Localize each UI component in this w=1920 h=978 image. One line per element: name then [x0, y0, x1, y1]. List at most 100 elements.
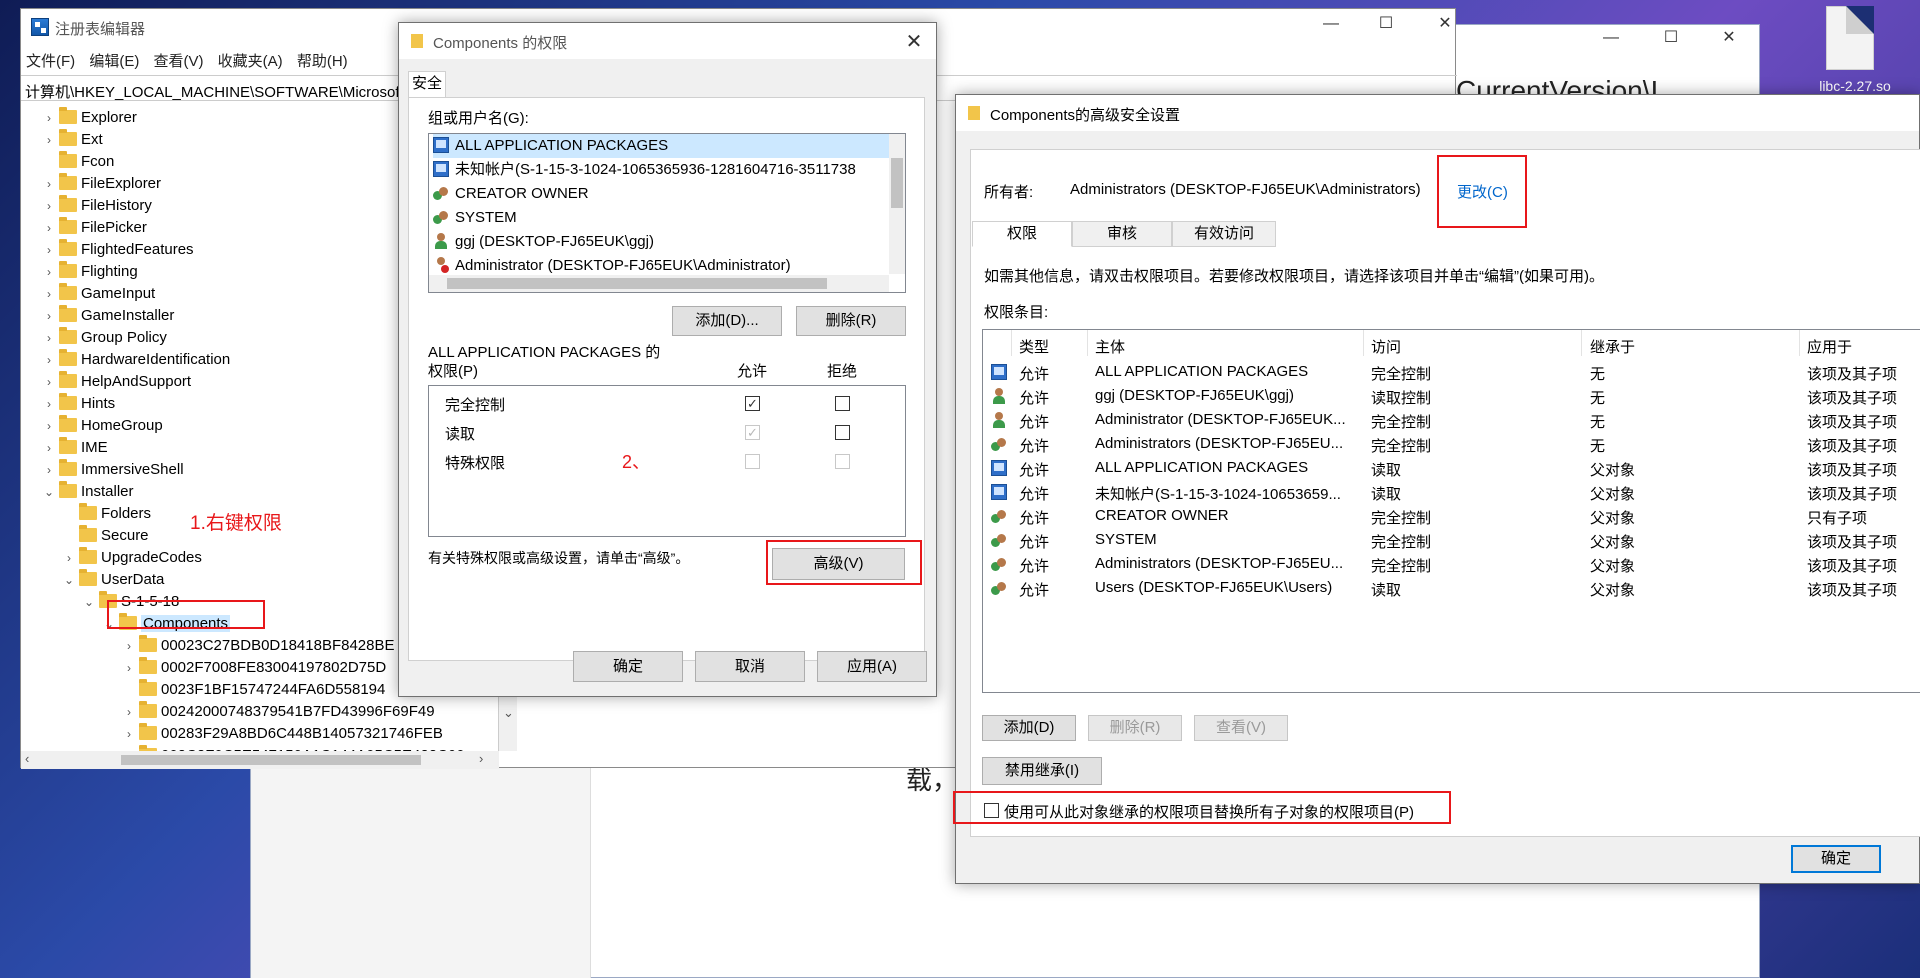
user-list-hscrollbar[interactable] — [429, 275, 889, 292]
maximize-icon[interactable]: ☐ — [1366, 13, 1406, 33]
tree-item[interactable]: › 00023C27BDB0D18418BF8428BE — [123, 635, 395, 657]
allow-checkbox[interactable] — [745, 454, 760, 469]
table-row[interactable]: 允许 Administrators (DESKTOP-FJ65EU... 完全控制 父… — [983, 552, 1920, 576]
tree-item[interactable]: › Hints — [43, 393, 115, 415]
chevron-right-icon[interactable]: › — [43, 239, 55, 261]
user-list-scrollbar[interactable] — [889, 134, 905, 274]
tree-item[interactable]: › FileExplorer — [43, 173, 161, 195]
dialog-title-bar[interactable]: Components 的权限 ✕ — [399, 23, 936, 59]
desktop-file-label[interactable]: libc-2.27.so — [1800, 78, 1910, 94]
cancel-button[interactable]: 取消 — [695, 651, 805, 682]
close-icon[interactable]: ✕ — [899, 29, 929, 54]
tree-item[interactable]: ⌄ Installer — [43, 481, 134, 503]
chevron-right-icon[interactable]: › — [43, 437, 55, 459]
chevron-right-icon[interactable]: › — [43, 459, 55, 481]
table-row[interactable]: 允许 Administrators (DESKTOP-FJ65EU... 完全控制 无… — [983, 432, 1920, 456]
col-access[interactable]: 访问 — [1371, 336, 1401, 357]
user-list-item[interactable]: CREATOR OWNER — [433, 182, 889, 206]
dialog-title-bar[interactable]: Components的高级安全设置 — [956, 95, 1919, 131]
user-list[interactable]: ALL APPLICATION PACKAGES 未知帐户(S-1-15-3-10… — [428, 133, 906, 293]
tab-auditing[interactable]: 审核 — [1072, 221, 1172, 247]
chevron-right-icon[interactable]: › — [43, 349, 55, 371]
chevron-right-icon[interactable]: › — [123, 723, 135, 745]
scroll-thumb[interactable] — [447, 278, 827, 289]
tree-item[interactable]: › Ext — [43, 129, 103, 151]
file-icon[interactable] — [1826, 6, 1874, 70]
col-inherited-from[interactable]: 继承于 — [1590, 336, 1635, 357]
ok-button[interactable]: 确定 — [573, 651, 683, 682]
tree-item[interactable]: › FileHistory — [43, 195, 152, 217]
tree-item[interactable]: › GameInstaller — [43, 305, 174, 327]
deny-checkbox[interactable] — [835, 396, 850, 411]
tree-item[interactable]: › UpgradeCodes — [63, 547, 202, 569]
user-list-item[interactable]: 未知帐户(S-1-15-3-1024-1065365936-1281604716… — [433, 158, 889, 182]
scroll-thumb[interactable] — [891, 158, 903, 208]
chevron-right-icon[interactable]: › — [43, 261, 55, 283]
permission-entries-table[interactable]: 类型 主体 访问 继承于 应用于 允许 ALL APPLICATION PACKA… — [982, 329, 1920, 693]
minimize-icon[interactable]: — — [1311, 15, 1351, 33]
chevron-right-icon[interactable]: › — [43, 393, 55, 415]
tab-permissions[interactable]: 权限 — [972, 221, 1072, 247]
deny-checkbox[interactable] — [835, 454, 850, 469]
tab-security[interactable]: 安全 — [408, 71, 446, 97]
tree-item[interactable]: › GameInput — [43, 283, 155, 305]
chevron-down-icon[interactable]: ⌄ — [83, 591, 95, 613]
table-row[interactable]: 允许 ggj (DESKTOP-FJ65EUK\ggj) 读取控制 无 该项及其子项 — [983, 384, 1920, 408]
chevron-down-icon[interactable]: ⌄ — [63, 569, 75, 591]
tree-item[interactable]: › 00283F29A8BD6C448B14057321746FEB — [123, 723, 443, 745]
tree-item[interactable]: › 00242000748379541B7FD43996F69F49 — [123, 701, 435, 723]
tree-item[interactable]: Secure — [63, 525, 149, 547]
tree-item[interactable]: ⌄ UserData — [63, 569, 164, 591]
close-icon[interactable]: ✕ — [1425, 13, 1465, 33]
ok-button[interactable]: 确定 — [1791, 845, 1881, 873]
menu-favorites[interactable]: 收藏夹(A) — [213, 47, 288, 74]
tree-item[interactable]: › IME — [43, 437, 108, 459]
apply-button[interactable]: 应用(A) — [817, 651, 927, 682]
tree-item[interactable]: › Explorer — [43, 107, 137, 129]
chevron-right-icon[interactable]: › — [43, 327, 55, 349]
col-type[interactable]: 类型 — [1019, 336, 1049, 357]
disable-inheritance-button[interactable]: 禁用继承(I) — [982, 757, 1102, 785]
tree-horizontal-scrollbar[interactable]: ‹ › — [21, 751, 499, 769]
tree-item[interactable]: › 0002F7008FE83004197802D75D — [123, 657, 386, 679]
table-row[interactable]: 允许 CREATOR OWNER 完全控制 父对象 只有子项 — [983, 504, 1920, 528]
user-list-item[interactable]: ggj (DESKTOP-FJ65EUK\ggj) — [433, 230, 889, 254]
table-row[interactable]: 允许 Administrator (DESKTOP-FJ65EUK... 完全控制 无… — [983, 408, 1920, 432]
chevron-right-icon[interactable]: › — [43, 195, 55, 217]
remove-user-button[interactable]: 删除(R) — [796, 306, 906, 336]
user-list-item[interactable]: SYSTEM — [433, 206, 889, 230]
menu-view[interactable]: 查看(V) — [149, 47, 209, 74]
deny-checkbox[interactable] — [835, 425, 850, 440]
tab-effective-access[interactable]: 有效访问 — [1172, 221, 1276, 247]
tree-item[interactable]: › ImmersiveShell — [43, 459, 184, 481]
col-applies-to[interactable]: 应用于 — [1807, 336, 1852, 357]
menu-help[interactable]: 帮助(H) — [292, 47, 353, 74]
view-entry-button[interactable]: 查看(V) — [1194, 715, 1288, 741]
menu-file[interactable]: 文件(F) — [21, 47, 80, 74]
scroll-left-icon[interactable]: ‹ — [25, 751, 29, 766]
chevron-right-icon[interactable]: › — [43, 371, 55, 393]
allow-checkbox[interactable]: ✓ — [745, 396, 760, 411]
scroll-thumb[interactable] — [121, 755, 421, 765]
tree-item[interactable]: › FlightedFeatures — [43, 239, 194, 261]
chevron-right-icon[interactable]: › — [123, 701, 135, 723]
chevron-right-icon[interactable]: › — [43, 107, 55, 129]
tree-item[interactable]: › HelpAndSupport — [43, 371, 191, 393]
tree-item[interactable]: Folders — [63, 503, 151, 525]
chevron-down-icon[interactable]: ⌄ — [43, 481, 55, 503]
close-icon[interactable]: ✕ — [1709, 27, 1749, 47]
allow-checkbox[interactable]: ✓ — [745, 425, 760, 440]
chevron-right-icon[interactable]: › — [43, 305, 55, 327]
chevron-right-icon[interactable]: › — [43, 173, 55, 195]
tree-item[interactable]: › HardwareIdentification — [43, 349, 230, 371]
chevron-right-icon[interactable]: › — [43, 217, 55, 239]
add-entry-button[interactable]: 添加(D) — [982, 715, 1076, 741]
scroll-down-icon[interactable]: ⌄ — [503, 705, 514, 721]
tree-item[interactable]: › FilePicker — [43, 217, 147, 239]
table-row[interactable]: 允许 ALL APPLICATION PACKAGES 完全控制 无 该项及其子项 — [983, 360, 1920, 384]
minimize-icon[interactable]: — — [1591, 29, 1631, 47]
tree-item[interactable]: 0023F1BF15747244FA6D558194 — [123, 679, 385, 701]
chevron-right-icon[interactable]: › — [43, 415, 55, 437]
add-user-button[interactable]: 添加(D)... — [672, 306, 782, 336]
remove-entry-button[interactable]: 删除(R) — [1088, 715, 1182, 741]
